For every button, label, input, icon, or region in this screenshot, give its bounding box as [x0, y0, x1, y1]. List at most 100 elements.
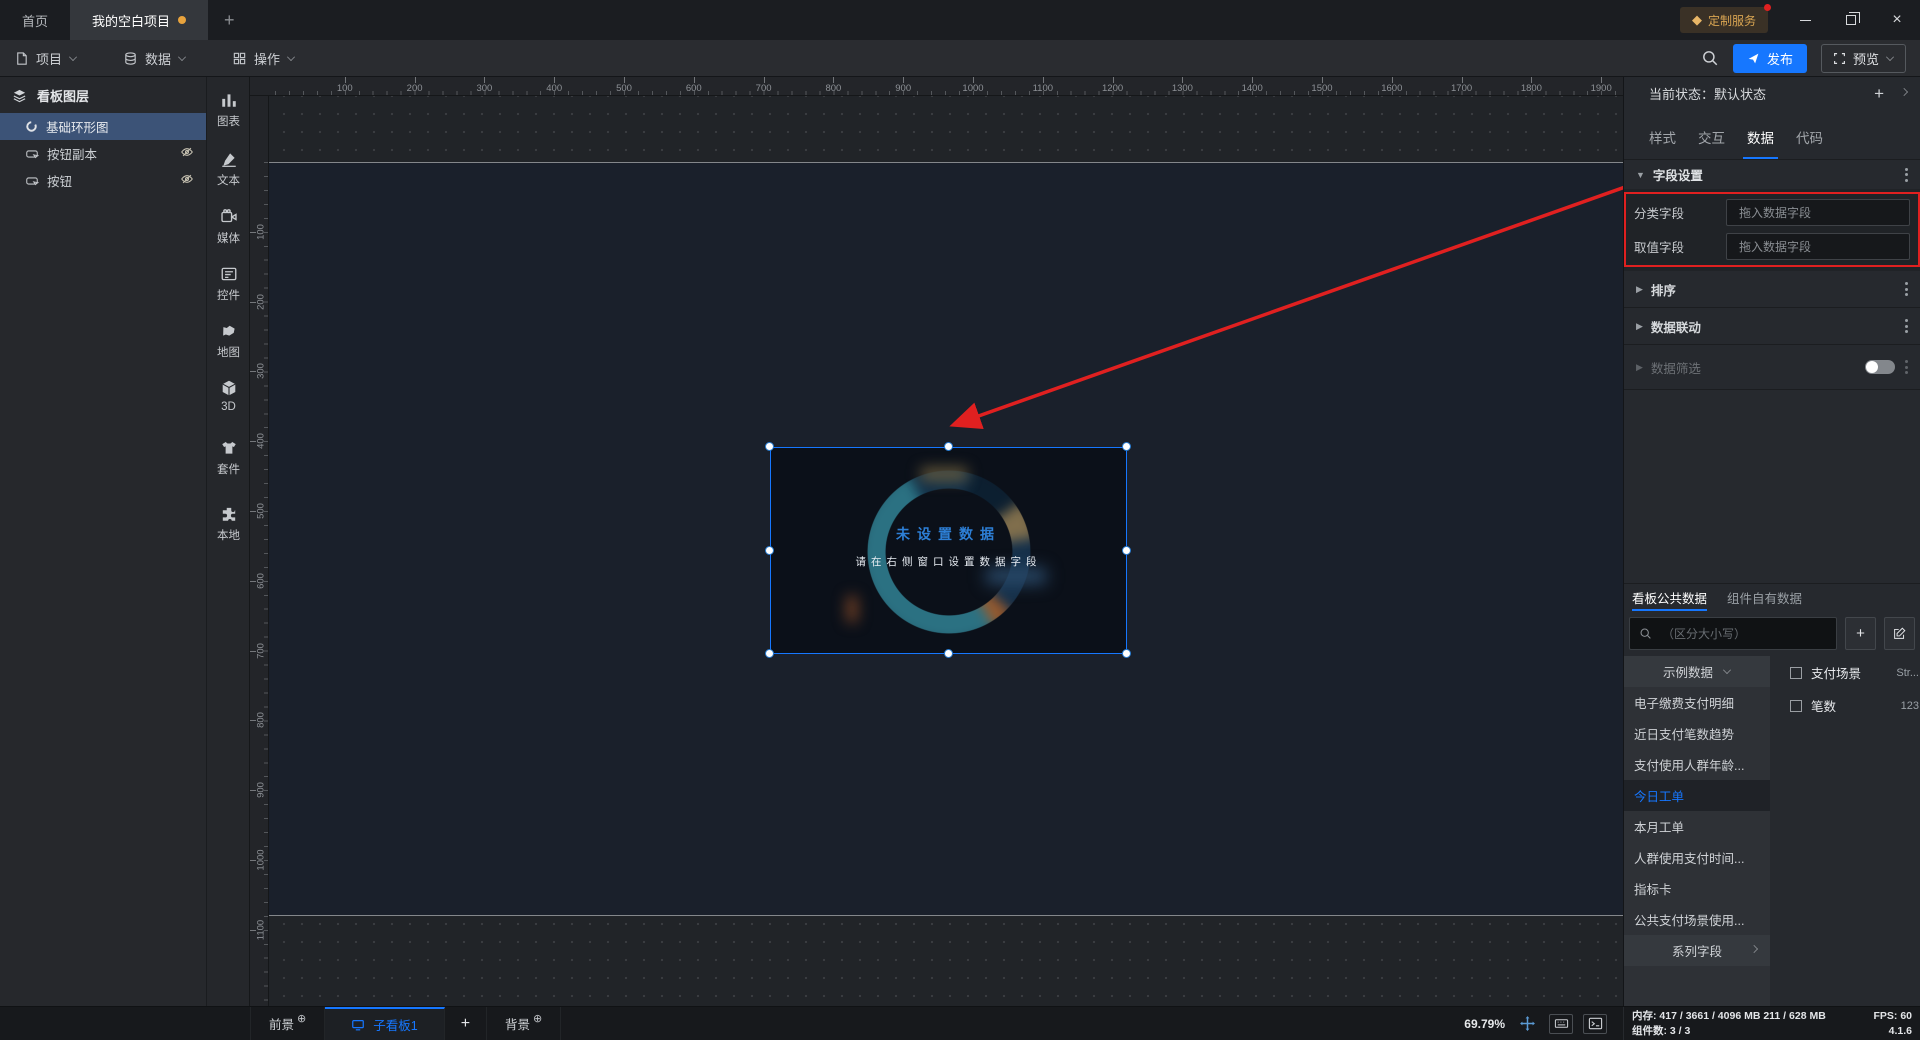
tab-project[interactable]: 我的空白项目 [70, 0, 209, 40]
layer-item-button-copy[interactable]: 按钮副本 [0, 140, 206, 167]
caret-right-icon: ▶ [1636, 361, 1643, 372]
subboard-tab-active[interactable]: 子看板1 [325, 1007, 445, 1040]
dataset-item[interactable]: 人群使用支付时间... [1624, 842, 1770, 873]
toolbox-text[interactable]: 文本 [207, 150, 250, 188]
series-fields-row[interactable]: 系列字段 [1624, 935, 1770, 966]
category-field-dropzone[interactable]: 拖入数据字段 [1726, 198, 1910, 226]
toolbox-charts[interactable]: 图表 [207, 91, 250, 129]
field-row-scene[interactable]: 支付场景 Str... [1770, 656, 1920, 689]
dataset-source-select[interactable]: 示例数据 [1624, 656, 1770, 687]
toolbox-controls[interactable]: 控件 [207, 265, 250, 303]
circle-plus-icon: ⊕ [297, 1013, 307, 1025]
layer-item-button[interactable]: 按钮 [0, 167, 206, 194]
chevron-down-icon [1886, 52, 1894, 61]
fit-screen-button[interactable] [1515, 1014, 1539, 1034]
shortcut-keyboard-button[interactable] [1549, 1013, 1573, 1034]
console-button[interactable] [1583, 1013, 1607, 1034]
v-ruler: 100 200 300 400 500 600 700 800 900 1000 1100 [250, 96, 269, 1006]
resize-handle-ne[interactable] [1122, 442, 1131, 451]
tab-component-own-data[interactable]: 组件自有数据 [1727, 584, 1802, 611]
checkbox-icon[interactable] [1790, 666, 1802, 679]
publish-button[interactable]: 发布 [1732, 43, 1807, 73]
menu-project[interactable]: 项目 [0, 40, 91, 76]
toolbox-media[interactable]: 媒体 [207, 208, 250, 246]
menu-actions[interactable]: 操作 [218, 40, 309, 76]
dataset-item[interactable]: 公共支付场景使用... [1624, 904, 1770, 935]
eye-off-icon[interactable] [180, 172, 194, 186]
h-ruler: 100 200 300 400 500 600 700 800 900 1000 1100 1200 1… [250, 77, 1623, 96]
dataset-item-selected[interactable]: 今日工单 [1624, 780, 1770, 811]
section-data-filter[interactable]: ▶ 数据筛选 [1624, 345, 1920, 390]
new-project-tab-button[interactable]: + [208, 0, 251, 40]
tab-style[interactable]: 样式 [1649, 127, 1676, 159]
status-zone: 内存: 417 / 3661 / 4096 MB 211 / 628 MB FP… [1623, 1006, 1920, 1040]
tab-home[interactable]: 首页 [0, 0, 70, 40]
field-row-count[interactable]: 笔数 123 [1770, 689, 1920, 722]
checkbox-icon[interactable] [1790, 699, 1802, 712]
minimize-button[interactable] [1782, 0, 1828, 40]
search-icon[interactable] [1701, 49, 1719, 67]
close-icon: × [1892, 11, 1902, 28]
toolbox-3d[interactable]: 3D [207, 379, 250, 413]
resize-handle-w[interactable] [765, 546, 774, 555]
restore-button[interactable] [1828, 0, 1874, 40]
dataset-item[interactable]: 本月工单 [1624, 811, 1770, 842]
add-data-button[interactable]: + [1845, 617, 1876, 650]
edit-data-button[interactable] [1884, 617, 1915, 650]
dataset-item[interactable]: 支付使用人群年龄... [1624, 749, 1770, 780]
section-sort[interactable]: ▶ 排序 [1624, 271, 1920, 308]
add-state-button[interactable]: + [1874, 84, 1884, 104]
send-icon [1747, 52, 1760, 65]
resize-handle-sw[interactable] [765, 649, 774, 658]
background-button[interactable]: 背景 ⊕ [487, 1007, 562, 1040]
menu-actions-label: 操作 [254, 51, 281, 67]
foreground-button[interactable]: 前景 ⊕ [250, 1007, 326, 1040]
design-canvas[interactable]: 100 200 300 400 500 600 700 800 900 1000 1100 1200 1… [250, 77, 1623, 1006]
zoom-level[interactable]: 69.79% [1464, 1017, 1505, 1031]
section-data-link[interactable]: ▶ 数据联动 [1624, 308, 1920, 345]
search-icon [1639, 627, 1652, 640]
tab-board-shared-data[interactable]: 看板公共数据 [1632, 584, 1708, 611]
close-button[interactable]: × [1874, 0, 1920, 40]
custom-service-badge[interactable]: ◆ 定制服务 [1679, 4, 1771, 33]
data-search-input[interactable] [1660, 625, 1827, 642]
layer-item-donut-chart[interactable]: 基础环形图 [0, 113, 206, 140]
document-icon [14, 51, 29, 66]
resize-handle-nw[interactable] [765, 442, 774, 451]
data-filter-toggle[interactable] [1865, 360, 1895, 374]
menu-data[interactable]: 数据 [109, 40, 200, 76]
menu-data-label: 数据 [145, 51, 172, 67]
chevron-right-icon[interactable] [1900, 88, 1908, 96]
toolbox-map[interactable]: 地图 [207, 322, 250, 360]
section-data-link-label: 数据联动 [1650, 320, 1701, 335]
resize-handle-s[interactable] [944, 649, 953, 658]
dataset-item[interactable]: 近日支付笔数趋势 [1624, 718, 1770, 749]
toolbox-label: 文本 [217, 175, 240, 187]
toolbox-local[interactable]: 本地 [207, 505, 250, 543]
resize-handle-n[interactable] [944, 442, 953, 451]
value-field-dropzone[interactable]: 拖入数据字段 [1726, 232, 1910, 260]
resize-handle-se[interactable] [1122, 649, 1131, 658]
preview-button[interactable]: 预览 [1820, 43, 1906, 73]
data-panel: 看板公共数据 组件自有数据 + [1624, 583, 1920, 1006]
toolbox-label: 3D [221, 401, 236, 413]
tab-code[interactable]: 代码 [1796, 127, 1823, 159]
kebab-menu-icon[interactable] [1905, 167, 1908, 182]
kebab-menu-icon[interactable] [1905, 319, 1908, 333]
data-search-box[interactable] [1629, 617, 1837, 650]
dataset-item[interactable]: 电子缴费支付明细 [1624, 687, 1770, 718]
field-settings-header[interactable]: ▼ 字段设置 [1624, 160, 1920, 189]
resize-handle-e[interactable] [1122, 546, 1131, 555]
blur-blob [986, 568, 1046, 584]
toolbox-kits[interactable]: 套件 [207, 439, 250, 477]
dataset-item[interactable]: 指标卡 [1624, 873, 1770, 904]
add-subboard-button[interactable]: + [445, 1007, 488, 1040]
donut-chart-widget[interactable]: 未设置数据 请在右侧窗口设置数据字段 [770, 447, 1127, 654]
kebab-menu-icon[interactable] [1905, 282, 1908, 296]
field-settings-title: 字段设置 [1652, 169, 1703, 183]
tab-data[interactable]: 数据 [1743, 127, 1778, 159]
tab-interaction[interactable]: 交互 [1698, 127, 1725, 159]
window-titlebar: 首页 我的空白项目 + ◆ 定制服务 × [0, 0, 1920, 40]
eye-off-icon[interactable] [180, 145, 194, 159]
bottom-bar: 前景 ⊕ 子看板1 + 背景 ⊕ 69.79% 内存: 417 / 3661 /… [0, 1006, 1920, 1040]
